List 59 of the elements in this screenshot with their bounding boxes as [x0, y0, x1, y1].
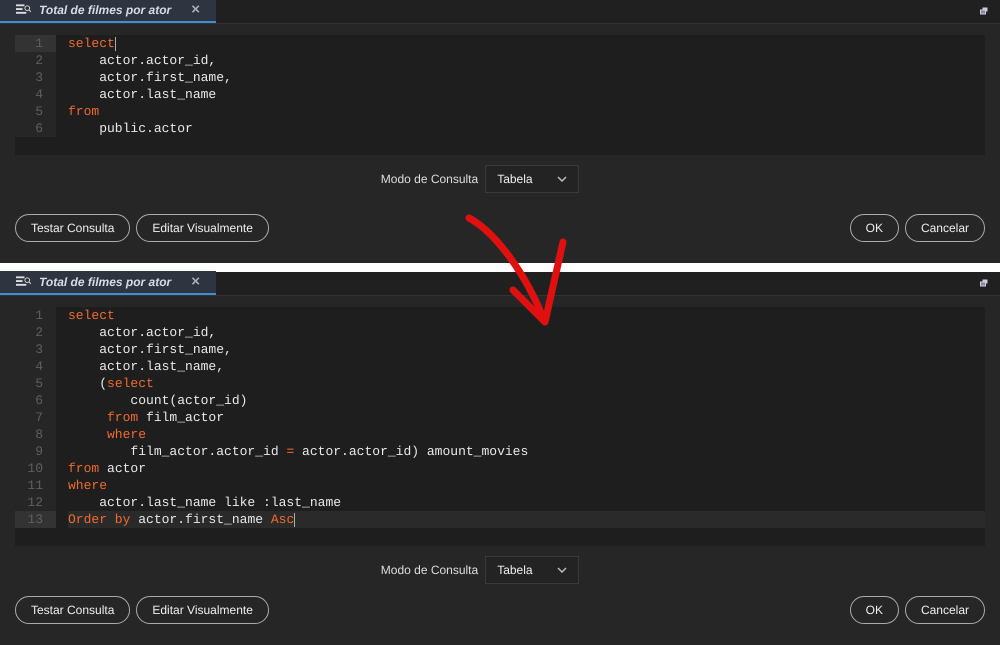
action-button[interactable]: OK — [850, 214, 899, 242]
action-button[interactable]: Cancelar — [904, 214, 985, 242]
line-number: 2 — [34, 52, 44, 69]
close-button[interactable]: × — [191, 0, 200, 22]
mode-select[interactable]: Tabela — [485, 165, 580, 193]
line-number: 5 — [34, 375, 44, 392]
code-line: from — [68, 103, 100, 120]
line-number: 8 — [34, 426, 44, 443]
tab-title: Total de filmes por ator — [38, 274, 172, 291]
code-line: actor.first_name, — [98, 341, 233, 358]
action-button[interactable]: Editar Visualmente — [136, 596, 269, 624]
code-line: count(actor_id) — [129, 392, 248, 409]
query-tab[interactable]: Total de filmes por ator × — [0, 271, 216, 295]
line-number: 12 — [26, 494, 44, 511]
code-line: actor.first_name, — [98, 69, 233, 86]
line-number: 4 — [34, 86, 44, 103]
code-line: (select — [98, 375, 155, 392]
action-button[interactable]: Editar Visualmente — [136, 214, 269, 242]
code-line: select — [68, 35, 117, 52]
code-line: from actor — [68, 460, 148, 477]
code-line: actor.actor_id, — [98, 52, 218, 69]
line-number: 2 — [34, 324, 44, 341]
code-line: film_actor.actor_id = actor.actor_id) amount_movies — [129, 443, 530, 460]
code-line: public.actor — [98, 120, 194, 137]
code-line: actor.actor_id, — [98, 324, 218, 341]
code-line: where — [106, 426, 148, 443]
query-list-icon — [16, 4, 31, 16]
query-tab[interactable]: Total de filmes por ator × — [0, 0, 216, 23]
line-number: 9 — [34, 443, 44, 460]
action-button[interactable]: Testar Consulta — [15, 214, 130, 242]
line-number: 4 — [34, 358, 44, 375]
line-number: 11 — [26, 477, 44, 494]
code-line: actor.last_name, — [98, 358, 226, 375]
code-line: select — [68, 307, 116, 324]
line-number: 6 — [34, 120, 44, 137]
line-number: 5 — [34, 103, 44, 120]
line-number: 1 — [34, 307, 44, 324]
query-list-icon — [16, 276, 31, 288]
code-line: actor.last_name like :last_name — [98, 494, 342, 511]
chevron-down-icon — [557, 567, 568, 573]
mode-select[interactable]: Tabela — [485, 556, 580, 584]
line-number: 3 — [34, 69, 44, 86]
action-button[interactable]: Testar Consulta — [15, 596, 130, 624]
mode-label: Modo de Consulta — [380, 171, 478, 188]
line-number: 10 — [26, 460, 44, 477]
code-line: actor.last_name — [98, 86, 218, 103]
restore-icon[interactable] — [980, 279, 988, 287]
line-number: 3 — [34, 341, 44, 358]
line-number: 6 — [34, 392, 44, 409]
action-button[interactable]: Cancelar — [904, 596, 985, 624]
tab-title: Total de filmes por ator — [38, 2, 172, 19]
mode-label: Modo de Consulta — [380, 562, 478, 579]
code-line: from film_actor — [106, 409, 226, 426]
chevron-down-icon — [557, 176, 568, 182]
action-button[interactable]: OK — [850, 596, 899, 624]
line-number: 7 — [34, 409, 44, 426]
code-line: where — [68, 477, 108, 494]
close-button[interactable]: × — [191, 270, 200, 294]
restore-icon[interactable] — [980, 7, 988, 15]
